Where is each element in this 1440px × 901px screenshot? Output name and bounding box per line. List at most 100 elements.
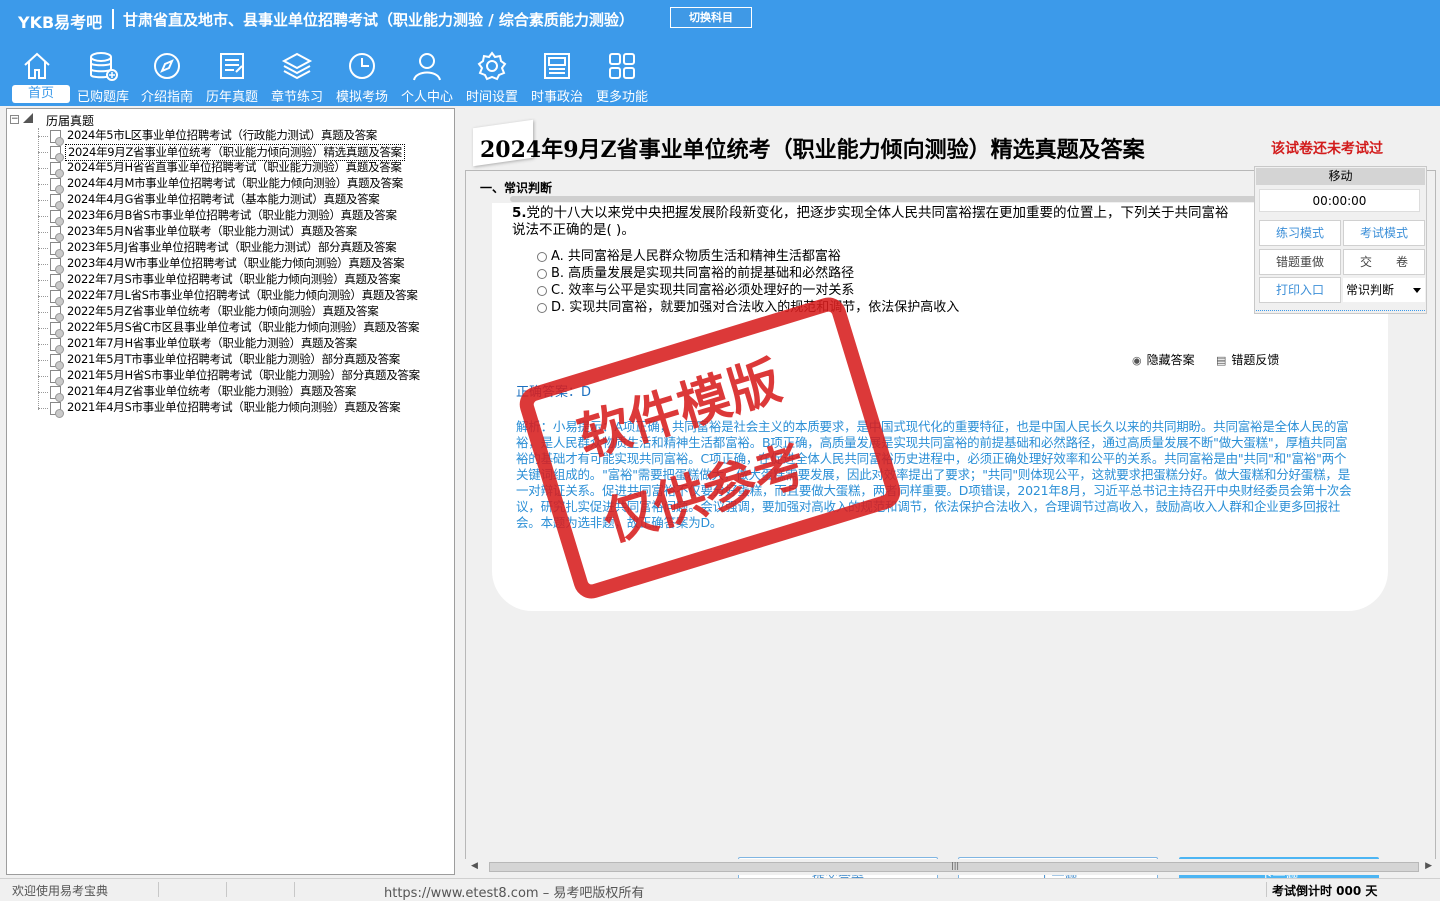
horizontal-scrollbar[interactable]: ◀ ||| ▶ (465, 859, 1436, 875)
nav-home[interactable]: 首页 (4, 44, 70, 104)
tree-connector (38, 392, 48, 393)
tree-item[interactable]: 2023年5月N省事业单位联考（职业能力测试）真题及答案 (38, 224, 443, 242)
tree-connector (38, 280, 48, 281)
question-text: 5.党的十八大以来党中央把握发展阶段新变化，把逐步实现全体人民共同富裕摆在更加重… (512, 205, 1242, 239)
exam-document-icon (50, 274, 64, 290)
tree-connector (38, 344, 48, 345)
tree-connector (38, 136, 48, 137)
collapse-icon[interactable]: − (10, 115, 19, 124)
tree-connector (38, 200, 48, 201)
error-feedback-button[interactable]: ▤ 错题反馈 (1216, 351, 1279, 368)
scroll-right-icon[interactable]: ▶ (1425, 861, 1432, 871)
nav-label: 历年真题 (205, 90, 258, 105)
home-icon (24, 52, 50, 79)
tree-connector (38, 152, 48, 153)
tree-connector (38, 184, 48, 185)
status-bar: 欢迎使用易考宝典 https://www.etest8.com – 易考吧版权所… (0, 878, 1440, 901)
move-handle[interactable]: 移动 (1256, 168, 1425, 185)
exam-control-panel: 移动 00:00:00 练习模式 考试模式 错题重做 交 卷 打印入口 常识判断 (1254, 166, 1427, 314)
gear-icon (477, 51, 507, 81)
folder-icon (23, 113, 33, 123)
title-divider (112, 9, 114, 29)
exam-document-icon (50, 306, 64, 322)
nav-personal-center[interactable]: 个人中心 (394, 44, 460, 105)
scroll-left-icon[interactable]: ◀ (471, 861, 478, 871)
tree-item[interactable]: 2021年5月H省S市事业单位招聘考试（职业能力测验）部分真题及答案 (38, 368, 443, 386)
nav-label: 章节练习 (270, 90, 323, 105)
app-logo: YKB易考吧 (18, 13, 103, 32)
tree-connector (38, 232, 48, 233)
hide-answer-button[interactable]: ◉ 隐藏答案 (1132, 351, 1195, 368)
tree-item-label: 2021年5月H省S市事业单位招聘考试（职业能力测验）部分真题及答案 (67, 368, 420, 382)
print-button[interactable]: 打印入口 (1259, 277, 1341, 303)
tree-item[interactable]: 2023年4月W市事业单位招聘考试（职业能力倾向测验）真题及答案 (38, 256, 443, 274)
exam-document-icon (50, 402, 64, 418)
tree-item[interactable]: 2021年7月H省事业单位联考（职业能力测验）真题及答案 (38, 336, 443, 354)
exam-document-icon (50, 354, 64, 370)
nav-time-settings[interactable]: 时间设置 (459, 44, 525, 105)
tree-item-label: 2021年4月Z省事业单位统考（职业能力测验）真题及答案 (67, 384, 357, 398)
radio-icon[interactable] (537, 302, 547, 313)
app-title: 甘肃省直及地市、县事业单位招聘考试（职业能力测验 / 综合素质能力测验） (123, 11, 634, 29)
tree-item[interactable]: 2022年7月S市事业单位招聘考试（职业能力倾向测验）真题及答案 (38, 272, 443, 290)
tree-root-label: 历届真题 (46, 114, 95, 128)
tree-item[interactable]: 2024年5月H省省直事业单位招聘考试（职业能力测验）真题及答案 (38, 160, 443, 178)
tree-item[interactable]: 2021年4月S市事业单位招聘考试（职业能力倾向测验）真题及答案 (38, 400, 443, 418)
tree-item[interactable]: 2021年4月Z省事业单位统考（职业能力测验）真题及答案 (38, 384, 443, 402)
tree-item[interactable]: 2024年9月Z省事业单位统考（职业能力倾向测验）精选真题及答案 (38, 144, 443, 162)
nav-current-affairs[interactable]: 时事政治 (524, 44, 590, 105)
submit-paper-button[interactable]: 交 卷 (1343, 249, 1425, 275)
exam-mode-button[interactable]: 考试模式 (1343, 220, 1425, 246)
option-d[interactable]: D. 实现共同富裕，就要加强对合法收入的规范和调节，依法保护高收入 (537, 296, 959, 315)
tree-item[interactable]: 2023年5月J省事业单位招聘考试（职业能力测试）部分真题及答案 (38, 240, 443, 258)
tree-item-label: 2023年6月B省S市事业单位招聘考试（职业能力测验）真题及答案 (67, 208, 397, 222)
radio-icon[interactable] (537, 251, 547, 262)
switch-subject-button[interactable]: 切换科目 (670, 7, 752, 28)
tree-item[interactable]: 2022年5月Z省事业单位统考（职业能力倾向测验）真题及答案 (38, 304, 443, 322)
tree-item[interactable]: 2021年5月T市事业单位招聘考试（职业能力测验）部分真题及答案 (38, 352, 443, 370)
radio-icon[interactable] (537, 285, 547, 296)
tree-item-label: 2023年5月N省事业单位联考（职业能力测试）真题及答案 (67, 224, 357, 238)
tree-item[interactable]: 2022年5月S省C市区县事业单位考试（职业能力倾向测验）真题及答案 (38, 320, 443, 338)
clock-icon (349, 53, 375, 79)
nav-more-features[interactable]: 更多功能 (589, 44, 655, 105)
tree-connector (38, 264, 48, 265)
tree-connector (38, 376, 48, 377)
practice-mode-button[interactable]: 练习模式 (1259, 220, 1341, 246)
exam-tree: − 历届真题 2024年5市L区事业单位招聘考试（行政能力测试）真题及答案 202… (6, 108, 455, 875)
radio-icon[interactable] (537, 268, 547, 279)
nav-label: 介绍指南 (140, 90, 193, 105)
tree-item[interactable]: 2023年6月B省S市事业单位招聘考试（职业能力测验）真题及答案 (38, 208, 443, 226)
section-label: 一、常识判断 (480, 181, 553, 195)
tree-connector (38, 248, 48, 249)
redo-wrong-button[interactable]: 错题重做 (1259, 249, 1341, 275)
tree-item[interactable]: 2024年5市L区事业单位招聘考试（行政能力测试）真题及答案 (38, 128, 443, 146)
tree-connector (38, 296, 48, 297)
chevron-down-icon (1413, 288, 1421, 293)
tree-item-label: 2022年7月L省S市事业单位招聘考试（职业能力倾向测验）真题及答案 (67, 288, 418, 302)
nav-chapter-practice[interactable]: 章节练习 (264, 44, 330, 105)
tree-item-label: 2021年5月T市事业单位招聘考试（职业能力测验）部分真题及答案 (67, 352, 401, 366)
nav-mock-exam[interactable]: 模拟考场 (329, 44, 395, 105)
newspaper-icon (544, 53, 570, 79)
tree-item-label: 2022年5月Z省事业单位统考（职业能力倾向测验）真题及答案 (67, 304, 379, 318)
tree-item[interactable]: 2024年4月G省事业单位招聘考试（基本能力测试）真题及答案 (38, 192, 443, 210)
status-copyright: https://www.etest8.com – 易考吧版权所有 (384, 886, 645, 901)
nav-purchased[interactable]: 已购题库 (70, 44, 136, 105)
tree-item-label: 2022年7月S市事业单位招聘考试（职业能力倾向测验）真题及答案 (67, 272, 401, 286)
status-divider (1266, 882, 1267, 897)
nav-label: 首页 (12, 85, 70, 103)
exam-document-icon (50, 242, 64, 258)
hide-answer-label: 隐藏答案 (1146, 353, 1195, 367)
nav-label: 更多功能 (595, 90, 648, 105)
nav-past-papers[interactable]: 历年真题 (199, 44, 265, 105)
tree-item[interactable]: 2024年4月M市事业单位招聘考试（职业能力倾向测验）真题及答案 (38, 176, 443, 194)
database-icon (90, 52, 118, 81)
nav-guide[interactable]: 介绍指南 (134, 44, 200, 105)
exam-document-icon (50, 130, 64, 146)
tree-item[interactable]: 2022年7月L省S市事业单位招聘考试（职业能力倾向测验）真题及答案 (38, 288, 443, 306)
scrollbar-grip-icon[interactable]: ||| (951, 861, 959, 870)
exam-timer: 00:00:00 (1259, 189, 1420, 212)
section-select[interactable]: 常识判断 (1343, 278, 1425, 302)
panel-resize-edge[interactable] (1256, 310, 1425, 313)
